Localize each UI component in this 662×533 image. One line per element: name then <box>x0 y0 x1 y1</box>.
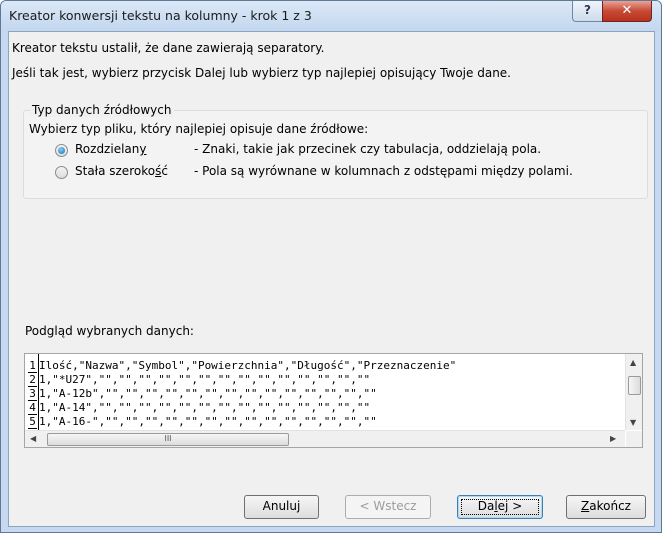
preview-row: 5 1,"A-16-","","","","","","","","","",""… <box>28 415 377 429</box>
intro-line-1: Kreator tekstu ustalił, że dane zawieraj… <box>12 41 325 55</box>
intro-line-2: Jeśli tak jest, wybierz przycisk Dalej l… <box>12 66 511 80</box>
finish-button[interactable]: Zakończ <box>566 495 646 519</box>
next-button[interactable]: Dalej > <box>457 495 543 519</box>
help-button[interactable]: ? <box>572 1 603 22</box>
focus-rectangle <box>461 499 539 515</box>
preview-row: 1 Ilość,"Nazwa","Symbol","Powierzchnia","… <box>28 359 457 373</box>
cancel-button[interactable]: Anuluj <box>244 495 319 519</box>
preview-row: 2 1,"*U27","","","","","","","","","","",… <box>28 373 371 387</box>
data-preview[interactable]: 1 Ilość,"Nazwa","Symbol","Powierzchnia","… <box>24 353 643 448</box>
scroll-left-arrow-icon[interactable]: ◀ <box>30 434 36 443</box>
scroll-right-arrow-icon[interactable]: ▶ <box>610 434 616 443</box>
dialog-title: Kreator konwersji tekstu na kolumny - kr… <box>9 8 312 23</box>
preview-row: 4 1,"A-14","","","","","","","","","","",… <box>28 401 371 415</box>
horizontal-scrollbar[interactable]: ◀ III ▶ <box>25 430 625 447</box>
vertical-scroll-thumb[interactable] <box>628 376 641 395</box>
preview-row: 3 1,"A-12b","","","","","","","","","",""… <box>28 387 377 401</box>
vertical-scrollbar[interactable]: ▲ ▼ <box>625 354 642 430</box>
scrollbar-corner <box>626 431 642 447</box>
title-bar[interactable]: Kreator konwersji tekstu na kolumny - kr… <box>1 1 661 31</box>
dialog-body: Kreator tekstu ustalił, że dane zawieraj… <box>8 31 655 527</box>
radio-selected-dot <box>58 147 65 154</box>
group-prompt: Wybierz typ pliku, który najlepiej opisu… <box>29 122 369 136</box>
radio-fixed-width-label[interactable]: Stała szerokość <box>75 164 168 178</box>
preview-label: Podgląd wybranych danych: <box>25 324 194 338</box>
data-type-group: Typ danych źródłowych Wybierz typ pliku,… <box>23 103 648 199</box>
radio-delimited[interactable] <box>55 144 68 157</box>
scroll-up-arrow-icon[interactable]: ▲ <box>630 358 636 367</box>
radio-fixed-width-description: - Pola są wyrównane w kolumnach z odstęp… <box>194 164 573 178</box>
back-button[interactable]: < Wstecz <box>345 495 431 519</box>
radio-delimited-description: - Znaki, takie jak przecinek czy tabulac… <box>194 142 542 156</box>
horizontal-scroll-thumb[interactable]: III <box>47 433 289 446</box>
close-button[interactable]: ✕ <box>602 1 652 22</box>
group-title: Typ danych źródłowych <box>30 103 174 117</box>
scroll-down-arrow-icon[interactable]: ▼ <box>630 418 636 427</box>
text-to-columns-dialog: Kreator konwersji tekstu na kolumny - kr… <box>0 0 662 533</box>
radio-fixed-width[interactable] <box>55 166 68 179</box>
radio-delimited-label[interactable]: Rozdzielany <box>75 142 146 156</box>
